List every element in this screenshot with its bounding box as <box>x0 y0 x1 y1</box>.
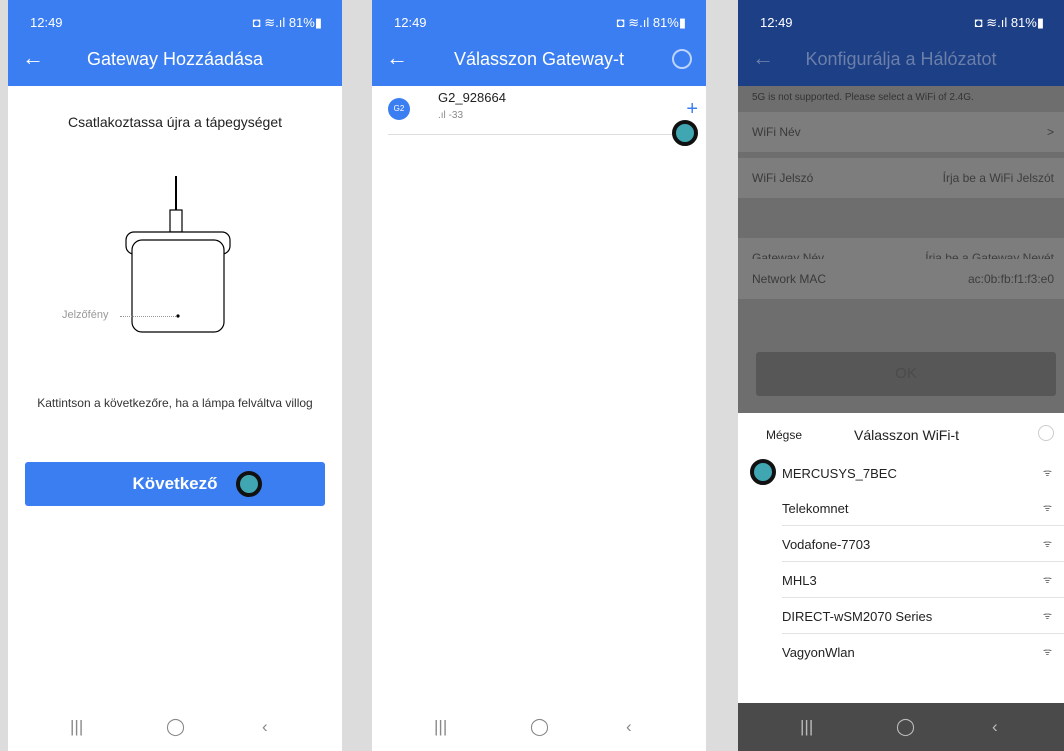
wifi-name: MHL3 <box>782 573 817 588</box>
wifi-name-row[interactable]: WiFi Név > <box>738 112 1064 152</box>
nav-back-icon[interactable]: ‹ <box>262 717 268 737</box>
field-label: WiFi Név <box>752 125 801 139</box>
recent-apps-icon[interactable]: ||| <box>800 717 813 737</box>
status-time: 12:49 <box>30 15 63 30</box>
phone-screen-add-gateway: 12:49 ◘ ≋.ıl 81%▮ ← Gateway Hozzáadása C… <box>8 0 342 751</box>
nav-back-icon[interactable]: ‹ <box>992 717 998 737</box>
wifi-name: Telekomnet <box>782 501 849 516</box>
status-time: 12:49 <box>394 15 427 30</box>
tap-indicator-marker <box>236 471 262 497</box>
wifi-item[interactable]: Vodafone-7703 ᯤ <box>782 526 1064 562</box>
title-bar: ← Gateway Hozzáadása <box>8 36 342 84</box>
tap-indicator-marker <box>750 459 776 485</box>
cancel-button[interactable]: Mégse <box>766 428 802 442</box>
loading-spinner-icon <box>1038 425 1054 441</box>
status-icons: ◘ ≋.ıl 81%▮ <box>252 15 322 30</box>
phone-screen-select-gateway: 12:49 ◘ ≋.ıl 81%▮ ← Válasszon Gateway-t … <box>372 0 706 751</box>
android-nav-bar: ||| ◯ ‹ <box>372 703 706 751</box>
indicator-leader-line <box>120 316 176 317</box>
wifi-item[interactable]: Telekomnet ᯤ <box>782 490 1064 526</box>
add-gateway-icon[interactable]: + <box>686 98 698 121</box>
title-bar: ← Válasszon Gateway-t <box>372 36 706 84</box>
home-icon[interactable]: ◯ <box>530 717 549 737</box>
wifi-item[interactable]: VagyonWlan ᯤ <box>782 634 1064 669</box>
wifi-name: DIRECT-wSM2070 Series <box>782 609 933 624</box>
blink-instruction: Kattintson a következőre, ha a lámpa fel… <box>37 396 313 410</box>
wifi-signal-icon: ᯤ <box>1042 575 1052 586</box>
wifi-signal-icon: ᯤ <box>1042 503 1052 514</box>
next-button-label: Következő <box>132 474 218 493</box>
nav-back-icon[interactable]: ‹ <box>626 717 632 737</box>
phone-screen-configure-network: 12:49 ◘ ≋.ıl 81%▮ ← Konfigurálja a Hálóz… <box>738 0 1064 751</box>
wifi-name: MERCUSYS_7BEC <box>782 466 897 481</box>
wifi-signal-icon: ᯤ <box>1042 539 1052 550</box>
mac-value: ac:0b:fb:f1:f3:e0 <box>967 272 1054 286</box>
reconnect-instruction: Csatlakoztassa újra a tápegységet <box>67 114 282 130</box>
title-bar: ← Konfigurálja a Hálózatot <box>738 36 1064 84</box>
field-label: Network MAC <box>752 272 827 286</box>
gateway-signal: .ıl -33 <box>438 110 464 121</box>
home-icon[interactable]: ◯ <box>166 717 185 737</box>
page-title: Gateway Hozzáadása <box>86 49 264 69</box>
network-mac-row: Network MAC ac:0b:fb:f1:f3:e0 <box>738 259 1064 299</box>
gateway-name: G2_928664 <box>438 90 506 105</box>
sheet-header: Mégse Válasszon WiFi-t <box>738 413 1064 453</box>
wifi-signal-icon: ᯤ <box>1042 611 1052 622</box>
page-title: Válasszon Gateway-t <box>453 49 625 69</box>
field-placeholder: Írja be a WiFi Jelszót <box>942 171 1054 185</box>
wifi-item[interactable]: MERCUSYS_7BEC ᯤ <box>782 455 1064 490</box>
home-icon[interactable]: ◯ <box>896 717 915 737</box>
gateway-logo-icon: G2 <box>388 98 410 120</box>
ok-button[interactable]: OK <box>756 352 1056 396</box>
sheet-title: Válasszon WiFi-t <box>854 427 960 443</box>
next-button[interactable]: Következő <box>25 462 325 506</box>
tap-indicator-marker <box>672 120 698 146</box>
wifi-picker-sheet: Mégse Válasszon WiFi-t MERCUSYS_7BEC ᯤ T… <box>738 413 1064 703</box>
gateway-device-illustration <box>125 176 231 333</box>
field-label: WiFi Jelszó <box>752 171 814 185</box>
wifi-password-row[interactable]: WiFi Jelszó Írja be a WiFi Jelszót <box>738 158 1064 198</box>
indicator-label: Jelzőfény <box>62 309 109 321</box>
status-icons: ◘ ≋.ıl 81%▮ <box>616 15 686 30</box>
gateway-list-item[interactable]: G2 G2_928664 .ıl -33 + <box>388 86 698 135</box>
wifi-signal-icon: ᯤ <box>1042 468 1052 479</box>
recent-apps-icon[interactable]: ||| <box>434 717 447 737</box>
wifi-item[interactable]: MHL3 ᯤ <box>782 562 1064 598</box>
android-nav-bar: ||| ◯ ‹ <box>8 703 342 751</box>
wifi-signal-icon: ᯤ <box>1042 647 1052 658</box>
network-form-dimmed: 5G is not supported. Please select a WiF… <box>738 86 1064 413</box>
status-icons: ◘ ≋.ıl 81%▮ <box>974 15 1044 30</box>
chevron-right-icon: > <box>1046 125 1054 139</box>
wifi-item[interactable]: DIRECT-wSM2070 Series ᯤ <box>782 598 1064 634</box>
wifi-name: Vodafone-7703 <box>782 537 871 552</box>
status-time: 12:49 <box>760 15 793 30</box>
recent-apps-icon[interactable]: ||| <box>70 717 83 737</box>
band-warning: 5G is not supported. Please select a WiF… <box>752 92 974 103</box>
page-title: Konfigurálja a Hálózatot <box>805 49 997 69</box>
wifi-name: VagyonWlan <box>782 645 855 660</box>
loading-spinner-icon <box>672 49 692 69</box>
android-nav-bar: ||| ◯ ‹ <box>738 703 1064 751</box>
